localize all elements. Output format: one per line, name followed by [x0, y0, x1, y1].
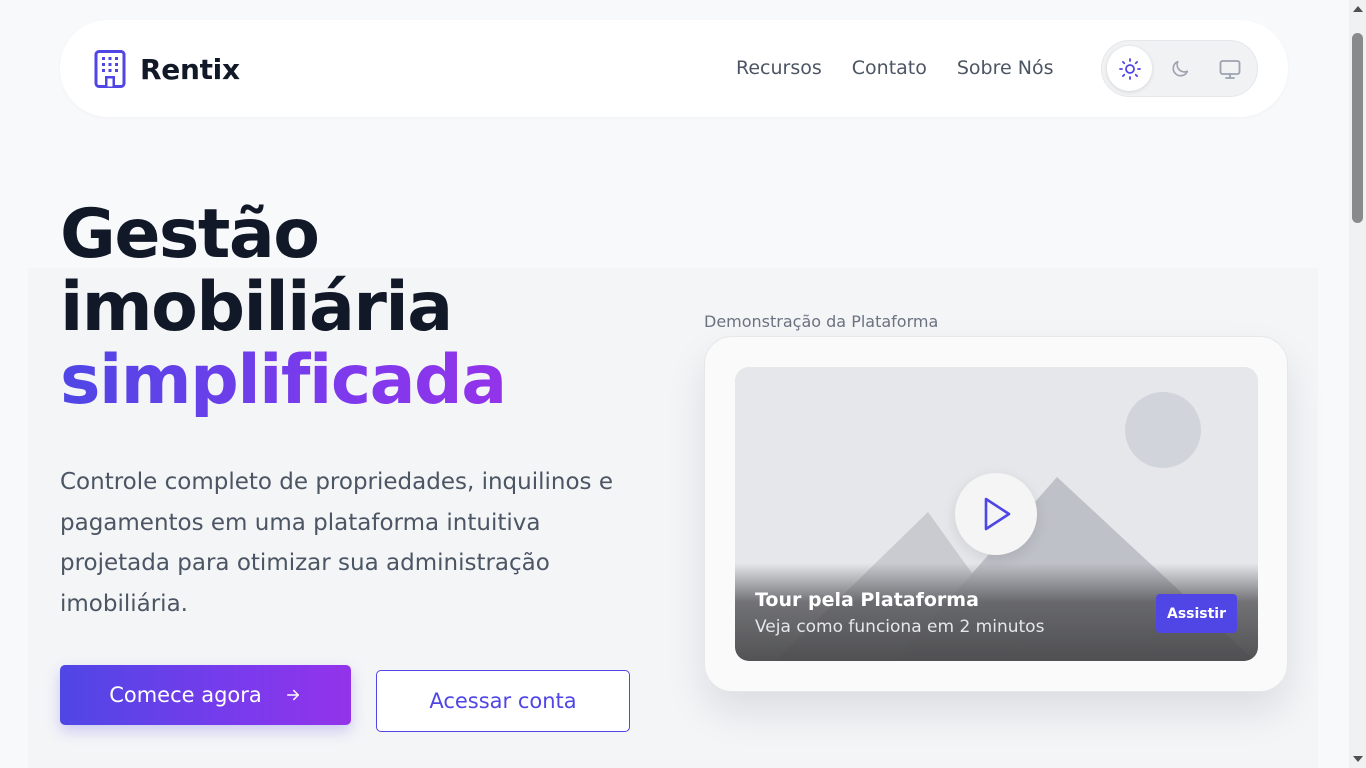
play-button[interactable] — [955, 473, 1037, 555]
nav-link-contato[interactable]: Contato — [852, 57, 927, 79]
scroll-down-arrow[interactable] — [1353, 756, 1363, 762]
building-icon — [94, 50, 126, 88]
theme-dark-button[interactable] — [1157, 46, 1202, 91]
video-title: Tour pela Plataforma — [755, 589, 979, 611]
scroll-up-arrow[interactable] — [1353, 6, 1363, 12]
brand-name: Rentix — [140, 52, 240, 86]
page: Rentix Recursos Contato Sobre Nós Gestão… — [0, 0, 1349, 768]
headline-highlight: simplificada — [60, 341, 507, 420]
theme-switch — [1101, 40, 1258, 97]
nav-links: Recursos Contato Sobre Nós — [736, 57, 1083, 79]
headline-line-2: imobiliária — [60, 268, 453, 347]
moon-icon — [1171, 60, 1188, 77]
scrollbar-thumb[interactable] — [1352, 33, 1363, 223]
hero-subtitle: Controle completo de propriedades, inqui… — [60, 469, 613, 617]
navbar: Rentix Recursos Contato Sobre Nós — [60, 20, 1288, 117]
start-now-label: Comece agora — [109, 683, 262, 707]
demo-label: Demonstração da Plataforma — [704, 312, 939, 331]
headline-line-1: Gestão — [60, 195, 320, 274]
nav-link-recursos[interactable]: Recursos — [736, 57, 822, 79]
sun-icon — [1118, 57, 1141, 80]
theme-system-button[interactable] — [1207, 46, 1252, 91]
play-icon — [984, 497, 1011, 531]
video-subtitle: Veja como funciona em 2 minutos — [755, 617, 1045, 637]
demo-card: Tour pela Plataforma Veja como funciona … — [704, 336, 1288, 692]
watch-button[interactable]: Assistir — [1156, 594, 1237, 633]
access-account-button[interactable]: Acessar conta — [376, 670, 630, 732]
theme-light-button[interactable] — [1107, 46, 1152, 91]
start-now-button[interactable]: Comece agora — [60, 665, 351, 725]
video-preview[interactable]: Tour pela Plataforma Veja como funciona … — [735, 367, 1258, 661]
brand-logo[interactable]: Rentix — [94, 50, 240, 88]
hero-headline: Gestão imobiliária simplificada — [60, 195, 507, 420]
nav-link-sobre-nos[interactable]: Sobre Nós — [957, 57, 1054, 79]
scrollbar[interactable] — [1349, 0, 1366, 768]
arrow-right-icon — [286, 689, 299, 701]
monitor-icon — [1219, 59, 1240, 79]
